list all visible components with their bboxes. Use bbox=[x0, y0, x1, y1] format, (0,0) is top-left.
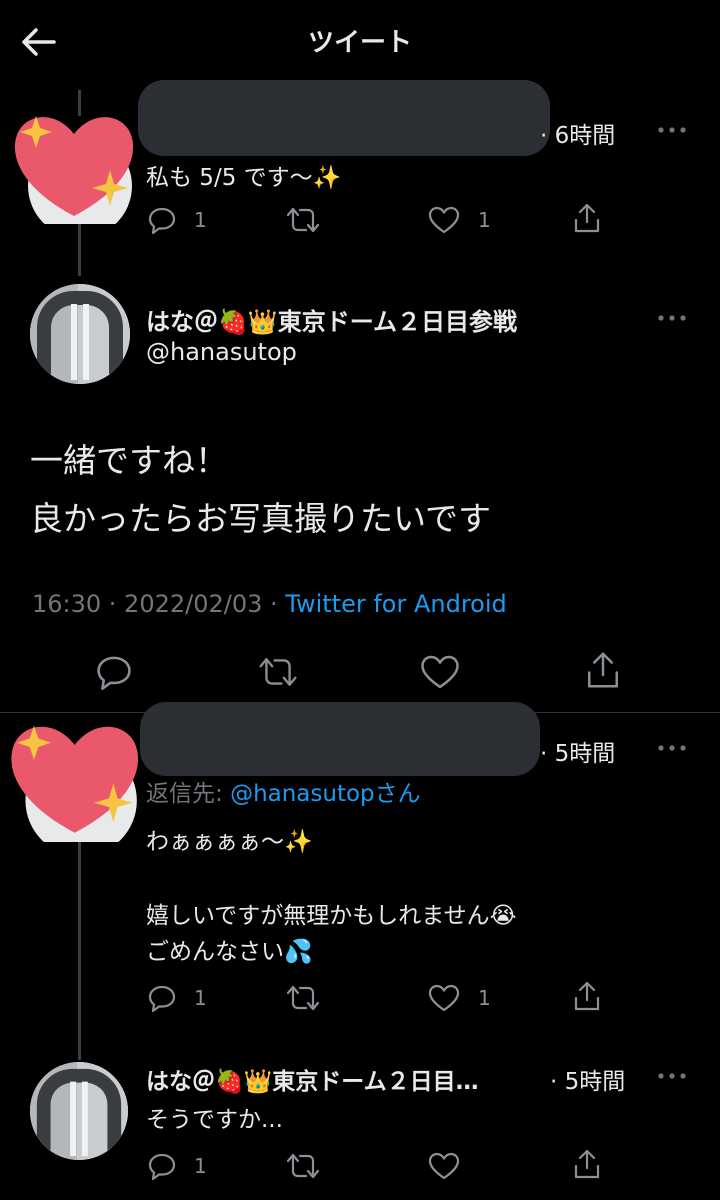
more-options-icon[interactable] bbox=[656, 1066, 688, 1086]
tweet-time: · 6時間 bbox=[540, 123, 616, 149]
like-icon[interactable] bbox=[428, 984, 460, 1012]
tweet-text-line: わぁぁぁぁ〜✨ bbox=[146, 829, 313, 855]
author-handle[interactable]: @hanasutop bbox=[146, 338, 297, 366]
reply-count: 1 bbox=[194, 208, 207, 232]
reply-icon[interactable] bbox=[148, 984, 176, 1012]
tweet-text-line: ごめんなさい💦 bbox=[146, 939, 313, 965]
reply-count: 1 bbox=[194, 986, 207, 1010]
redacted-name bbox=[140, 702, 540, 776]
more-options-icon[interactable] bbox=[656, 738, 688, 758]
share-icon[interactable] bbox=[572, 1148, 602, 1180]
heart-sparkle-avatar[interactable] bbox=[4, 712, 154, 842]
tweet-text-line: 良かったらお写真撮りたいです bbox=[30, 499, 492, 538]
reply-to-label: 返信先: bbox=[146, 781, 231, 807]
retweet-icon[interactable] bbox=[284, 1152, 322, 1180]
reply-to-handle[interactable]: @hanasutop bbox=[230, 781, 375, 807]
retweet-icon[interactable] bbox=[256, 654, 300, 690]
retweet-icon[interactable] bbox=[284, 206, 322, 234]
tweet-time: · 5時間 bbox=[550, 1069, 626, 1095]
like-icon[interactable] bbox=[428, 206, 460, 234]
like-count: 1 bbox=[478, 208, 491, 232]
author-name[interactable]: はな＠🍓👑東京ドーム２日目… bbox=[146, 1062, 479, 1096]
retweet-icon[interactable] bbox=[284, 984, 322, 1012]
reply-count: 1 bbox=[194, 1154, 207, 1178]
author-name[interactable]: はな＠🍓👑東京ドーム２日目参戦 bbox=[146, 302, 517, 337]
more-options-icon[interactable] bbox=[656, 120, 688, 140]
tweet-text-line: 嬉しいですが無理かもしれません😭 bbox=[146, 903, 517, 929]
tweet-timestamp: 16:30 · 2022/02/03 · Twitter for Android bbox=[32, 590, 507, 618]
avatar[interactable] bbox=[30, 284, 130, 384]
like-icon[interactable] bbox=[420, 654, 460, 690]
tweet-text: 私も 5/5 です〜✨ bbox=[146, 165, 342, 191]
tweet-text: そうですか... bbox=[146, 1107, 283, 1133]
reply-icon[interactable] bbox=[96, 654, 132, 690]
share-icon[interactable] bbox=[584, 650, 622, 690]
share-icon[interactable] bbox=[572, 202, 602, 234]
tweet-text-line: 一緒ですね！ bbox=[30, 441, 228, 480]
timestamp-text: 16:30 · 2022/02/03 · bbox=[32, 590, 286, 618]
client-link[interactable]: Twitter for Android bbox=[285, 590, 506, 618]
tweet-time: · 5時間 bbox=[540, 741, 616, 767]
thread-line bbox=[78, 832, 81, 1060]
share-icon[interactable] bbox=[572, 980, 602, 1012]
redacted-name bbox=[138, 80, 550, 156]
avatar[interactable] bbox=[30, 1062, 128, 1160]
heart-sparkle-avatar[interactable] bbox=[8, 104, 148, 224]
reply-icon[interactable] bbox=[148, 206, 176, 234]
more-options-icon[interactable] bbox=[656, 308, 688, 328]
like-icon[interactable] bbox=[428, 1152, 460, 1180]
like-count: 1 bbox=[478, 986, 491, 1010]
reply-icon[interactable] bbox=[148, 1152, 176, 1180]
reply-to: 返信先: @hanasutopさん bbox=[146, 774, 421, 808]
page-title: ツイート bbox=[307, 28, 412, 58]
reply-to-suffix: さん bbox=[374, 781, 421, 807]
